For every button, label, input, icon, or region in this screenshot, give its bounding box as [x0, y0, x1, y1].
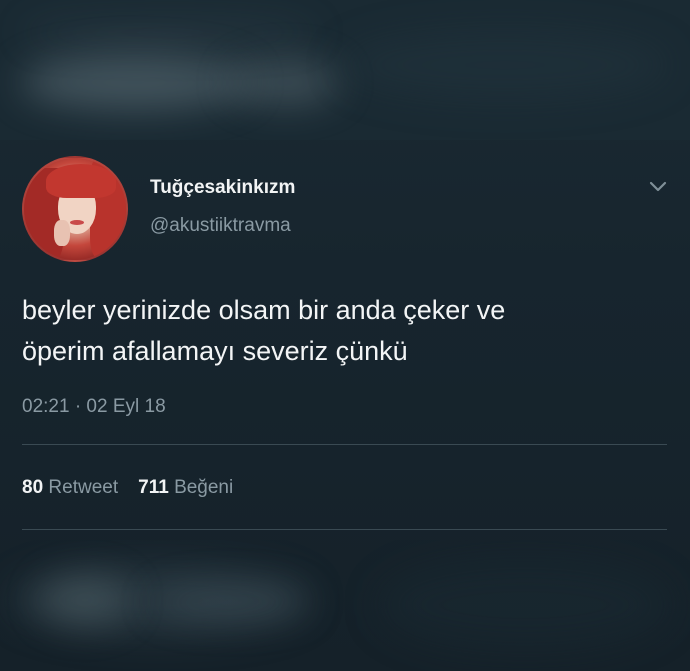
user-handle[interactable]: @akustiiktravma — [150, 215, 291, 237]
tweet-text-line: beyler yerinizde olsam bir anda çeker ve — [22, 295, 506, 325]
display-name[interactable]: Tuğçesakinkızm — [150, 177, 295, 199]
blur-shape — [20, 55, 250, 110]
like-label: Beğeni — [174, 477, 234, 498]
tweet-text-line: öperim afallamayı severiz çünkü — [22, 336, 408, 366]
blur-shape — [20, 20, 320, 45]
engagement-stats: 80 Retweet 711 Beğeni — [22, 477, 233, 499]
tweet-card: Tuğçesakinkızm @akustiiktravma beyler ye… — [0, 140, 690, 540]
blur-shape — [40, 575, 130, 625]
blurred-next-tweet — [0, 540, 690, 671]
blur-shape — [150, 585, 310, 620]
avatar-hair — [46, 164, 116, 198]
avatar[interactable] — [22, 156, 128, 262]
blurred-previous-tweet — [0, 0, 690, 140]
likes-stat[interactable]: 711 Beğeni — [138, 477, 233, 498]
screenshot: Tuğçesakinkızm @akustiiktravma beyler ye… — [0, 0, 690, 671]
avatar-hand — [54, 220, 70, 246]
retweet-label: Retweet — [48, 477, 119, 498]
retweet-count: 80 — [22, 477, 44, 498]
chevron-down-icon[interactable] — [648, 176, 668, 196]
blur-shape — [340, 30, 670, 100]
avatar-lips — [70, 220, 84, 225]
blur-shape — [380, 560, 670, 650]
tweet-text: beyler yerinizde olsam bir anda çeker ve… — [22, 290, 672, 372]
timestamp[interactable]: 02:21 · 02 Eyl 18 — [22, 396, 166, 418]
retweets-stat[interactable]: 80 Retweet — [22, 477, 118, 498]
like-count: 711 — [138, 477, 169, 498]
blur-shape — [230, 60, 340, 105]
divider — [22, 529, 667, 530]
divider — [22, 444, 667, 445]
